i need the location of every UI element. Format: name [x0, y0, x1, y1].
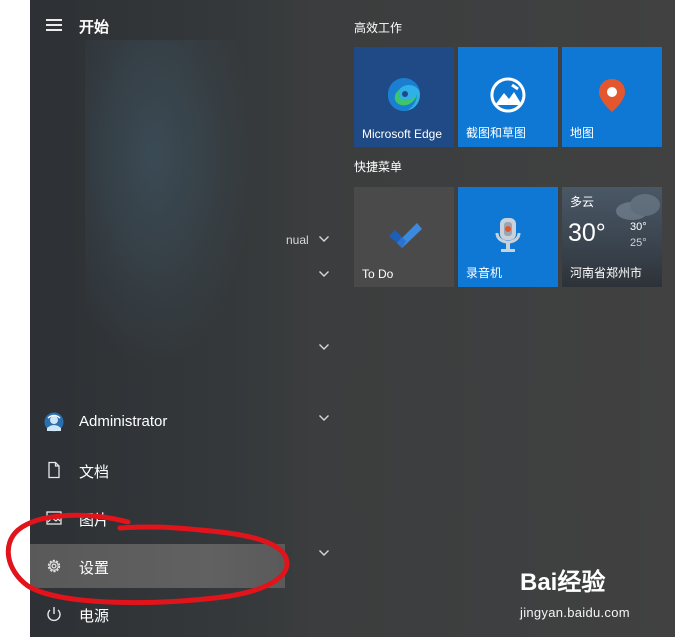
tile-label: 地图 — [570, 126, 595, 140]
edge-icon — [387, 77, 420, 111]
tile-microsoft-edge[interactable]: Microsoft Edge — [354, 47, 454, 147]
tile-maps[interactable]: 地图 — [562, 47, 662, 147]
chevron-down-icon[interactable] — [318, 414, 330, 422]
nav-item-label: Administrator — [79, 413, 168, 430]
watermark-url: jingyan.baidu.com — [520, 605, 630, 620]
nav-item-label: 图片 — [79, 512, 110, 529]
weather-low: 25° — [630, 237, 647, 249]
nav-item-settings[interactable]: 设置 — [30, 544, 285, 588]
hamburger-icon-line — [46, 29, 62, 31]
svg-text:Bai经验: Bai经验 — [520, 568, 605, 596]
hamburger-icon — [46, 19, 62, 21]
document-icon — [44, 460, 64, 480]
tile-todo[interactable]: To Do — [354, 187, 454, 287]
nav-item-power[interactable]: 电源 — [30, 592, 286, 636]
chevron-down-icon[interactable] — [318, 343, 330, 351]
nav-item-documents[interactable]: 文档 — [30, 448, 286, 492]
start-title: 开始 — [79, 19, 110, 36]
start-menu: 开始 Administrator 文档 图片 设置 电源 nual 高效工作 M… — [30, 0, 675, 637]
group-title-shortcuts[interactable]: 快捷菜单 — [354, 158, 402, 175]
tile-snip-sketch[interactable]: 截图和草图 — [458, 47, 558, 147]
start-nav-pane: 开始 Administrator 文档 图片 设置 电源 — [30, 0, 286, 637]
nav-item-account[interactable]: Administrator — [30, 400, 286, 444]
tile-label: Microsoft Edge — [362, 127, 443, 141]
cloud-icon — [616, 194, 660, 220]
weather-high: 30° — [630, 221, 647, 233]
tile-label: To Do — [362, 267, 394, 281]
nav-item-label: 文档 — [79, 464, 110, 481]
chevron-down-icon[interactable] — [318, 235, 330, 243]
nav-item-pictures[interactable]: 图片 — [30, 496, 286, 540]
tile-label: 截图和草图 — [466, 126, 527, 140]
todo-check-icon — [389, 223, 422, 248]
hamburger-menu-button[interactable] — [46, 19, 64, 33]
gear-icon — [44, 556, 64, 576]
picture-icon — [44, 508, 64, 528]
baidu-logo-icon: Bai经验 — [520, 568, 605, 596]
hamburger-icon-line — [46, 24, 62, 26]
power-icon — [44, 604, 64, 624]
app-list-partial-text: nual — [286, 233, 309, 247]
chevron-down-icon[interactable] — [318, 549, 330, 557]
chevron-down-icon[interactable] — [318, 270, 330, 278]
nav-item-label: 设置 — [79, 560, 110, 577]
snip-sketch-icon — [490, 77, 526, 113]
microphone-icon — [495, 218, 521, 252]
baidu-jingyan-watermark: Bai经验 jingyan.baidu.com — [520, 563, 670, 633]
map-pin-icon — [599, 79, 625, 112]
left-white-margin — [0, 0, 30, 637]
group-title-productivity[interactable]: 高效工作 — [354, 19, 402, 36]
tile-weather[interactable]: 多云 30° 30° 25° 河南省郑州市 — [562, 187, 662, 287]
weather-location: 河南省郑州市 — [570, 266, 643, 280]
tile-label: 录音机 — [466, 266, 503, 280]
user-avatar-icon — [44, 412, 64, 432]
weather-temperature: 30° — [568, 219, 606, 247]
weather-condition: 多云 — [570, 195, 595, 209]
nav-item-label: 电源 — [79, 608, 110, 625]
tile-voice-recorder[interactable]: 录音机 — [458, 187, 558, 287]
